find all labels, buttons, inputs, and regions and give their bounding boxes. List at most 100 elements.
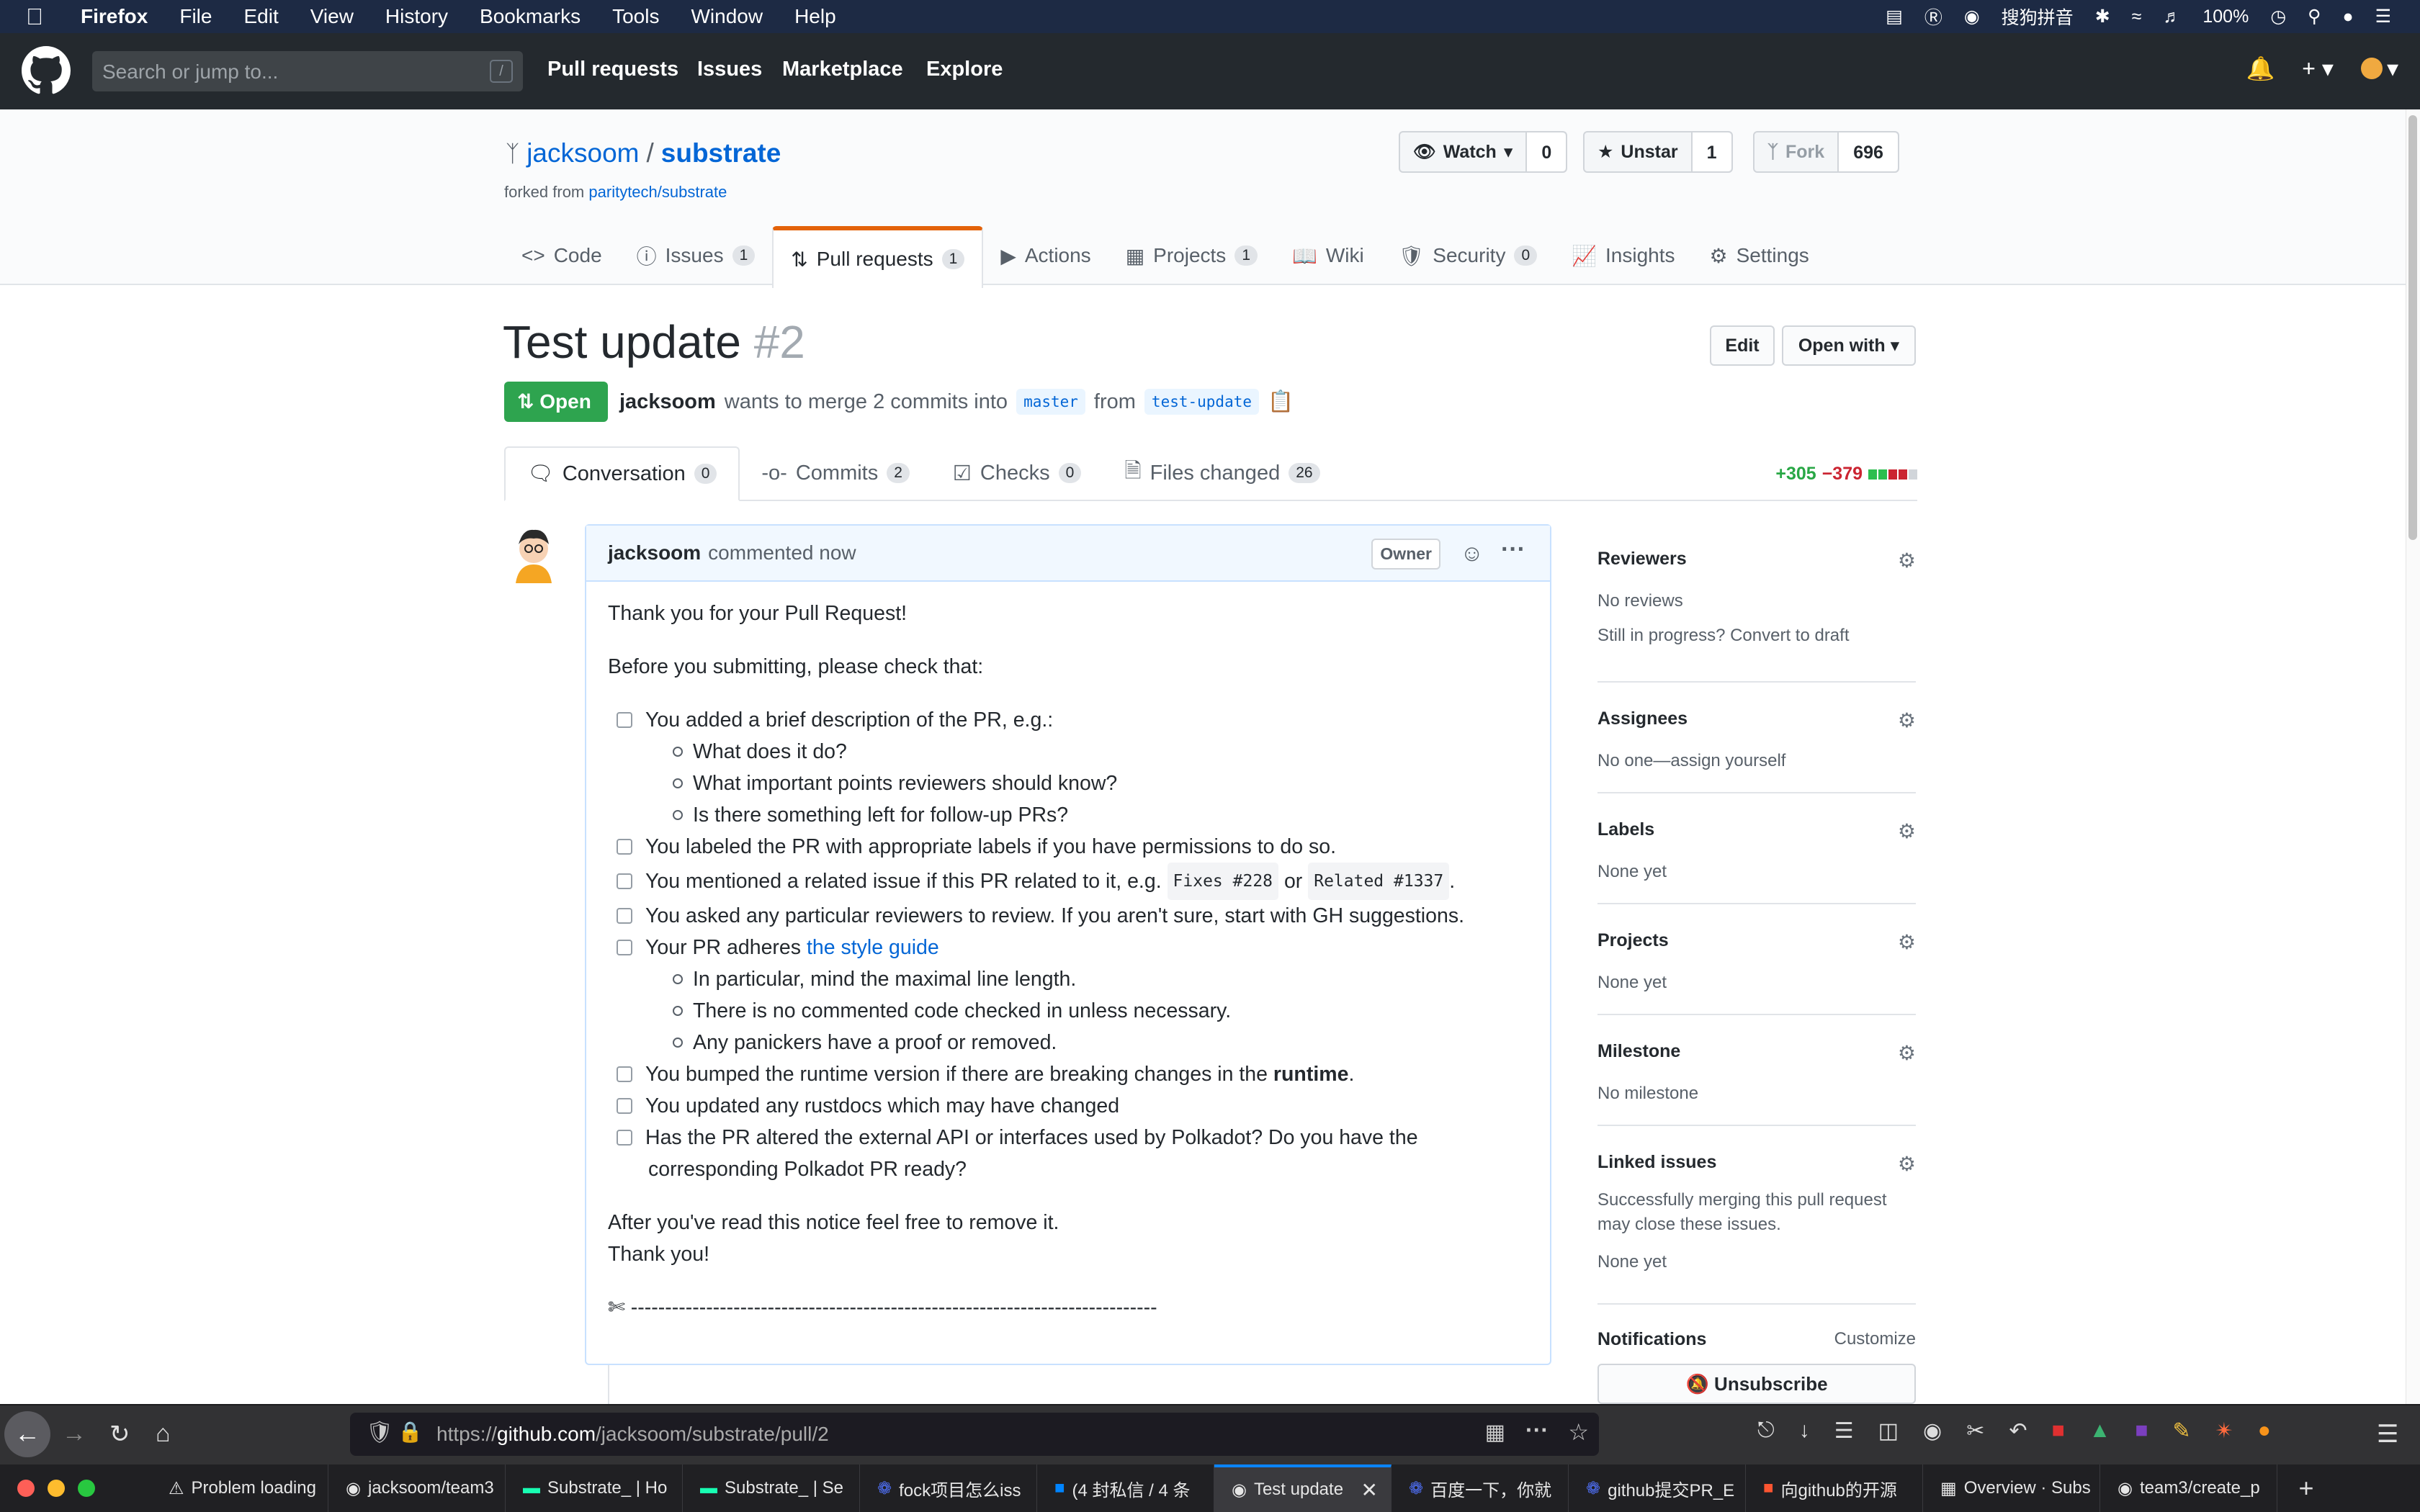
tab-wiki[interactable]: 📖 Wiki bbox=[1275, 226, 1381, 285]
gear-icon[interactable]: ⚙ bbox=[1898, 1152, 1916, 1176]
nav-pull-requests[interactable]: Pull requests bbox=[547, 58, 678, 81]
clipboard-icon[interactable]: 📋 bbox=[1268, 390, 1294, 414]
menu-app-name[interactable]: Firefox bbox=[81, 5, 148, 28]
apple-icon[interactable]:  bbox=[26, 4, 43, 30]
browser-tab[interactable]: ❁ 百度一下，你就 bbox=[1392, 1464, 1569, 1512]
close-tab-icon[interactable]: ✕ bbox=[1361, 1478, 1378, 1502]
tab-conversation[interactable]: 🗨 Conversation 0 bbox=[504, 446, 740, 501]
ext-onenote-icon[interactable]: ■ bbox=[2135, 1418, 2148, 1444]
gear-icon[interactable]: ⚙ bbox=[1898, 1041, 1916, 1065]
nav-issues[interactable]: Issues bbox=[697, 58, 762, 81]
open-with-button[interactable]: Open with ▾ bbox=[1782, 325, 1916, 366]
forward-button-icon[interactable]: → bbox=[62, 1420, 86, 1448]
forked-from-link[interactable]: paritytech/substrate bbox=[588, 183, 727, 201]
tab-pull-requests[interactable]: ⇅ Pull requests 1 bbox=[772, 226, 984, 288]
projects-heading[interactable]: Projects bbox=[1597, 930, 1916, 951]
assignees-heading[interactable]: Assignees bbox=[1597, 708, 1916, 729]
account-icon[interactable]: ◉ bbox=[1923, 1418, 1942, 1444]
tab-projects[interactable]: ▦ Projects 1 bbox=[1108, 226, 1275, 285]
browser-tab[interactable]: ■ 向github的开源 bbox=[1746, 1464, 1923, 1512]
comment-author-link[interactable]: jacksoom bbox=[608, 541, 701, 564]
lock-icon[interactable]: 🔒 bbox=[398, 1420, 423, 1444]
pr-author-link[interactable]: jacksoom bbox=[619, 390, 716, 414]
browser-tab[interactable]: ■ (4 封私信 / 4 条 bbox=[1037, 1464, 1214, 1512]
gear-icon[interactable]: ⚙ bbox=[1898, 708, 1916, 732]
qr-code-icon[interactable]: ▦ bbox=[1485, 1420, 1505, 1445]
edit-title-button[interactable]: Edit bbox=[1710, 325, 1775, 366]
ime-label[interactable]: 搜狗拼音 bbox=[2002, 4, 2074, 30]
fork-button[interactable]: ᛉ Fork 696 bbox=[1753, 131, 1899, 173]
clock-icon[interactable]: ◷ bbox=[2270, 6, 2286, 27]
comment-timestamp[interactable]: commented now bbox=[708, 541, 856, 564]
ext-coin-icon[interactable]: ● bbox=[2258, 1418, 2271, 1444]
milestone-heading[interactable]: Milestone bbox=[1597, 1041, 1916, 1062]
unstar-button[interactable]: ★ Unstar 1 bbox=[1583, 131, 1733, 173]
tab-issues[interactable]: ⓘ Issues 1 bbox=[619, 226, 773, 285]
menu-file[interactable]: File bbox=[179, 5, 212, 28]
pocket-icon[interactable]: ⎋ bbox=[1757, 1418, 1775, 1444]
scrollbar-thumb[interactable] bbox=[2408, 115, 2417, 540]
browser-tab[interactable]: ◉ jacksoom/team3 bbox=[328, 1464, 506, 1512]
menu-bookmarks[interactable]: Bookmarks bbox=[480, 5, 581, 28]
convert-to-draft-link[interactable]: Still in progress? Convert to draft bbox=[1597, 626, 1916, 646]
task-checkbox[interactable] bbox=[617, 1098, 632, 1114]
task-checkbox[interactable] bbox=[617, 940, 632, 955]
bookmark-star-icon[interactable]: ☆ bbox=[1568, 1418, 1589, 1446]
browser-tab[interactable]: ◉ team3/create_p bbox=[2100, 1464, 2277, 1512]
watch-button[interactable]: 👁 Watch ▾ 0 bbox=[1399, 131, 1568, 173]
watch-count[interactable]: 0 bbox=[1527, 132, 1567, 171]
base-branch[interactable]: master bbox=[1016, 389, 1085, 415]
user-avatar-menu[interactable]: ▾ bbox=[2360, 55, 2398, 82]
zoom-window-icon[interactable] bbox=[78, 1480, 95, 1497]
tab-checks[interactable]: ☑ Checks 0 bbox=[931, 446, 1103, 500]
mt-icon[interactable]: Ⓡ bbox=[1924, 4, 1942, 30]
linked-issues-heading[interactable]: Linked issues bbox=[1597, 1152, 1916, 1173]
undo-icon[interactable]: ↶ bbox=[2009, 1418, 2027, 1444]
head-branch[interactable]: test-update bbox=[1144, 389, 1259, 415]
ext-star-icon[interactable]: ✴ bbox=[2215, 1418, 2233, 1444]
browser-tab-active[interactable]: ◉ Test update ✕ bbox=[1214, 1464, 1392, 1512]
gear-icon[interactable]: ⚙ bbox=[1898, 930, 1916, 954]
menu-tools[interactable]: Tools bbox=[612, 5, 659, 28]
home-icon[interactable]: ⌂ bbox=[156, 1420, 171, 1448]
tab-settings[interactable]: ⚙ Settings bbox=[1693, 226, 1827, 285]
sidebar-icon[interactable]: ◫ bbox=[1878, 1418, 1899, 1444]
url-bar[interactable]: 🛡 🔒 https://github.com/jacksoom/substrat… bbox=[350, 1413, 1599, 1456]
more-options-icon[interactable]: ··· bbox=[1501, 536, 1525, 564]
gear-icon[interactable]: ⚙ bbox=[1898, 819, 1916, 843]
tracking-shield-icon[interactable]: 🛡 bbox=[366, 1420, 393, 1445]
assign-yourself-link[interactable]: No one—assign yourself bbox=[1597, 751, 1916, 771]
author-avatar[interactable] bbox=[508, 523, 559, 583]
menu-view[interactable]: View bbox=[310, 5, 354, 28]
notification-bell-icon[interactable]: 🔔 bbox=[2246, 55, 2275, 82]
reload-icon[interactable]: ↻ bbox=[109, 1420, 130, 1449]
unsubscribe-button[interactable]: 🔕 Unsubscribe bbox=[1597, 1364, 1916, 1404]
nav-marketplace[interactable]: Marketplace bbox=[782, 58, 903, 81]
tab-files-changed[interactable]: 🗎 Files changed 26 bbox=[1103, 446, 1341, 500]
close-window-icon[interactable] bbox=[17, 1480, 35, 1497]
new-tab-icon[interactable]: + bbox=[2277, 1464, 2335, 1512]
menu-history[interactable]: History bbox=[385, 5, 448, 28]
page-actions-icon[interactable]: ··· bbox=[1525, 1417, 1549, 1444]
ext-red-icon[interactable]: ■ bbox=[2051, 1418, 2064, 1444]
ext-pen-icon[interactable]: ✎ bbox=[2172, 1418, 2190, 1444]
tab-insights[interactable]: 📈 Insights bbox=[1554, 226, 1692, 285]
volume-icon[interactable]: ♬ bbox=[2163, 6, 2181, 27]
github-logo-icon[interactable] bbox=[22, 46, 71, 95]
bluetooth-icon[interactable]: ✱ bbox=[2095, 6, 2110, 27]
reader-icon[interactable]: ▤ bbox=[1886, 6, 1903, 27]
menu-help[interactable]: Help bbox=[794, 5, 836, 28]
tab-code[interactable]: <> Code bbox=[504, 226, 619, 285]
search-input[interactable]: Search or jump to... / bbox=[92, 51, 523, 91]
labels-heading[interactable]: Labels bbox=[1597, 819, 1916, 840]
battery-label[interactable]: 100% bbox=[2202, 6, 2249, 27]
task-checkbox[interactable] bbox=[617, 873, 632, 889]
spotlight-icon[interactable]: ⚲ bbox=[2308, 6, 2321, 27]
task-checkbox[interactable] bbox=[617, 1066, 632, 1082]
browser-tab[interactable]: ⚠ Problem loading bbox=[151, 1464, 328, 1512]
nav-explore[interactable]: Explore bbox=[926, 58, 1003, 81]
back-button-icon[interactable]: ← bbox=[4, 1411, 50, 1457]
customize-link[interactable]: Customize bbox=[1834, 1329, 1916, 1349]
library-icon[interactable]: ☰ bbox=[1834, 1418, 1854, 1444]
browser-tab[interactable]: ▦ Overview · Subs bbox=[1923, 1464, 2100, 1512]
